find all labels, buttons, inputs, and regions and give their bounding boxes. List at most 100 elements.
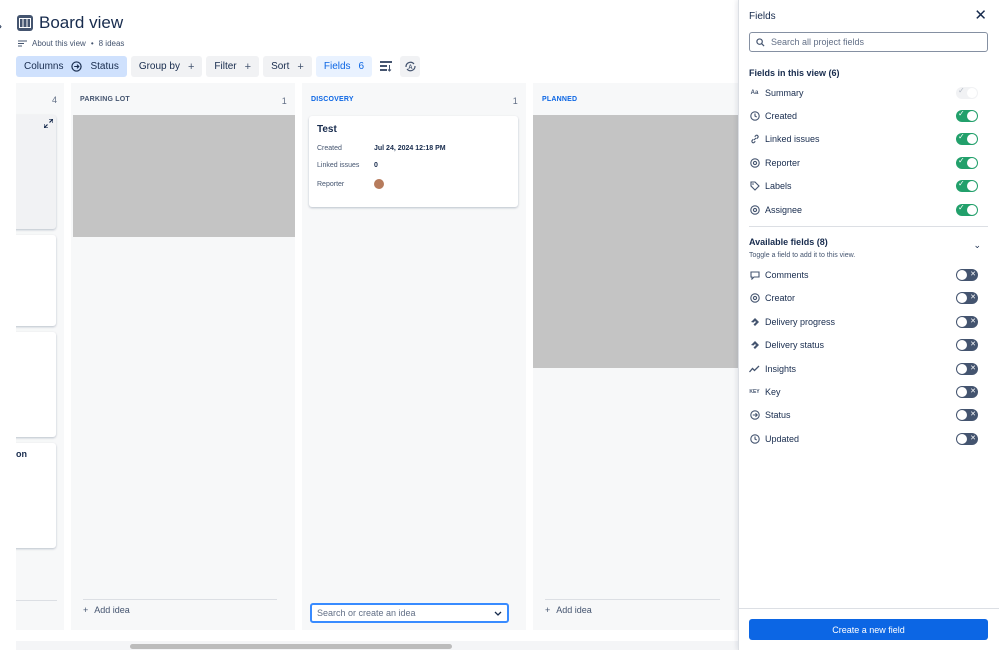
columns-label: Columns — [24, 61, 64, 72]
toggle-key[interactable] — [956, 386, 978, 398]
search-icon — [756, 37, 765, 47]
toggle-updated[interactable] — [956, 433, 978, 445]
add-idea-label: Add idea — [94, 605, 130, 615]
scrollbar-thumb[interactable] — [130, 644, 452, 649]
idea-card[interactable] — [16, 332, 56, 437]
idea-card-test[interactable]: Test Created Jul 24, 2024 12:18 PM Linke… — [309, 116, 518, 207]
idea-count: 8 ideas — [98, 39, 125, 48]
field-row-key: KEY Key — [749, 384, 978, 400]
comment-icon — [749, 270, 760, 281]
autosave-icon[interactable]: A — [400, 56, 421, 77]
fields-panel: Fields ✕ Search all project fields Field… — [738, 0, 999, 650]
search-fields-placeholder: Search all project fields — [771, 37, 865, 47]
expand-icon[interactable] — [44, 119, 53, 128]
board-column-discovery: DISCOVERY 1 Test Created Jul 24, 2024 12… — [302, 83, 526, 630]
svg-text:A: A — [408, 65, 413, 71]
arrow-circle-icon — [749, 410, 760, 421]
board-view-icon — [17, 15, 33, 31]
field-row-summary: Aa Summary — [749, 85, 978, 101]
field-row-comments: Comments — [749, 267, 978, 283]
view-options-icon[interactable] — [376, 56, 396, 77]
group-by-label: Group by — [138, 61, 180, 72]
search-idea-placeholder: Search or create an idea — [317, 608, 416, 618]
card-title-partial: on — [16, 449, 27, 459]
toggle-comments[interactable] — [956, 269, 978, 281]
board-column-planned: PLANNED + Add idea — [533, 83, 738, 630]
sidebar-expand-icon[interactable]: › — [0, 16, 8, 36]
add-idea-label: Add idea — [556, 605, 592, 615]
plus-icon: + — [545, 605, 551, 615]
filter-label: Filter — [214, 61, 237, 72]
idea-card[interactable]: on — [16, 443, 56, 548]
add-idea-button[interactable]: + Add idea — [83, 599, 277, 619]
search-or-create-idea-input[interactable]: Search or create an idea — [310, 603, 509, 623]
toggle-delivery-status[interactable] — [956, 339, 978, 351]
field-row-reporter: Reporter — [749, 155, 978, 171]
idea-card[interactable] — [16, 235, 56, 326]
board-column-parking-lot: PARKING LOT 1 + Add idea — [71, 83, 295, 630]
plus-icon: + — [244, 60, 252, 73]
jira-icon — [749, 317, 760, 328]
at-icon — [749, 158, 760, 169]
close-icon[interactable]: ✕ — [974, 8, 987, 23]
filter-button[interactable]: Filter + — [206, 56, 260, 77]
create-field-button[interactable]: Create a new field — [749, 619, 988, 640]
add-idea-button[interactable]: + Add idea — [545, 599, 720, 619]
panel-footer-divider — [739, 608, 999, 609]
view-toolbar: Columns Status Group by + Filter + Sort … — [16, 56, 421, 77]
field-row-delivery-status: Delivery status — [749, 337, 978, 353]
search-fields-input[interactable]: Search all project fields — [749, 32, 988, 52]
avatar[interactable] — [374, 179, 384, 189]
section-divider — [749, 226, 988, 227]
about-view-link[interactable]: About this view — [32, 39, 86, 48]
sort-button[interactable]: Sort + — [263, 56, 312, 77]
idea-card[interactable] — [16, 115, 56, 229]
card-field-reporter: Reporter — [317, 179, 510, 189]
field-row-assignee: Assignee — [749, 202, 978, 218]
divider — [16, 600, 57, 601]
fields-button[interactable]: Fields 6 — [315, 56, 373, 77]
sort-label: Sort — [271, 61, 290, 72]
chevron-down-icon[interactable]: ⌄ — [973, 240, 981, 251]
toggle-creator[interactable] — [956, 292, 978, 304]
toggle-assignee[interactable] — [956, 203, 978, 216]
clock-icon — [749, 434, 760, 445]
text-format-icon: Aa — [750, 90, 759, 96]
field-row-delivery-progress: Delivery progress — [749, 314, 978, 330]
arrow-circle-icon — [71, 61, 83, 72]
toggle-reporter[interactable] — [956, 156, 978, 169]
page-title-row: Board view — [17, 13, 123, 33]
toggle-status[interactable] — [956, 409, 978, 421]
toggle-delivery-progress[interactable] — [956, 316, 978, 328]
column-name: PARKING LOT — [80, 96, 130, 103]
column-name: DISCOVERY — [311, 96, 354, 103]
card-field-created: Created Jul 24, 2024 12:18 PM — [317, 145, 446, 152]
placeholder-image — [533, 115, 738, 368]
plus-icon: + — [83, 605, 89, 615]
field-row-updated: Updated — [749, 431, 978, 447]
group-by-button[interactable]: Group by + — [130, 56, 203, 77]
field-row-status: Status — [749, 407, 978, 423]
horizontal-scrollbar[interactable] — [16, 641, 738, 650]
column-name: PLANNED — [542, 96, 578, 103]
plus-icon: + — [297, 60, 304, 73]
plus-icon: + — [187, 60, 195, 73]
column-count: 1 — [281, 96, 287, 106]
link-icon — [749, 134, 760, 145]
column-header: PARKING LOT 1 — [80, 96, 287, 106]
chart-line-icon — [749, 364, 760, 375]
toggle-created[interactable] — [956, 109, 978, 122]
toggle-linked-issues[interactable] — [956, 132, 978, 145]
chevron-down-icon[interactable] — [494, 611, 502, 616]
card-title: Test — [317, 124, 337, 135]
fields-count: 6 — [358, 61, 365, 72]
toggle-labels[interactable] — [956, 179, 978, 192]
fields-in-view-heading: Fields in this view (6) — [749, 68, 840, 78]
column-count: 4 — [51, 95, 57, 105]
toggle-insights[interactable] — [956, 363, 978, 375]
columns-button[interactable]: Columns Status — [16, 56, 127, 77]
available-fields-heading[interactable]: Available fields (8) — [749, 237, 828, 247]
card-field-linked-issues: Linked issues 0 — [317, 162, 378, 169]
about-row: About this view • 8 ideas — [18, 39, 124, 48]
key-text-icon: KEY — [749, 389, 760, 395]
